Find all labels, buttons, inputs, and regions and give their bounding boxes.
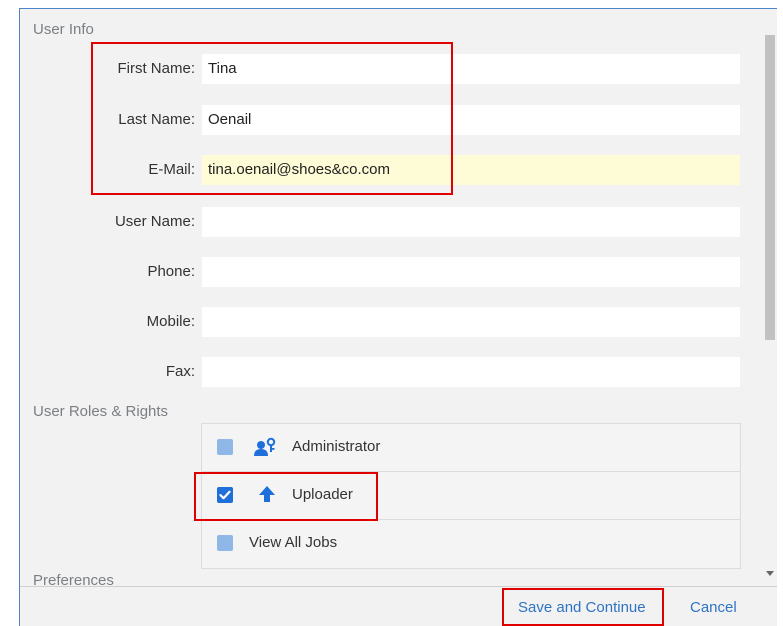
- scrollbar-thumb[interactable]: [765, 35, 775, 340]
- vertical-scrollbar[interactable]: [763, 9, 777, 587]
- section-title-roles: User Roles & Rights: [33, 403, 169, 420]
- uploader-label: Uploader: [292, 486, 353, 503]
- administrator-icon: [254, 437, 276, 462]
- first-name-label: First Name:: [117, 60, 195, 77]
- view-all-jobs-label: View All Jobs: [249, 534, 338, 551]
- dialog-footer: Save and Continue Cancel: [20, 586, 777, 626]
- administrator-checkbox[interactable]: [217, 439, 233, 455]
- role-item-view-all-jobs[interactable]: View All Jobs: [202, 520, 740, 568]
- administrator-label: Administrator: [292, 438, 381, 455]
- last-name-label: Last Name:: [118, 111, 195, 128]
- roles-list: Administrator Uploader View All Jobs: [201, 423, 741, 569]
- phone-field[interactable]: [202, 257, 740, 287]
- phone-label: Phone:: [147, 263, 195, 280]
- user-name-field[interactable]: [202, 207, 740, 237]
- last-name-field[interactable]: [202, 105, 740, 135]
- email-field[interactable]: [202, 155, 740, 185]
- fax-label: Fax:: [165, 363, 195, 380]
- scroll-down-arrow-icon[interactable]: [766, 571, 774, 576]
- section-title-user-info: User Info: [33, 21, 94, 38]
- cancel-button[interactable]: Cancel: [690, 599, 737, 616]
- mobile-field[interactable]: [202, 307, 740, 337]
- role-item-administrator[interactable]: Administrator: [202, 424, 740, 472]
- uploader-checkbox[interactable]: [217, 487, 233, 503]
- email-label: E-Mail:: [148, 161, 195, 178]
- upload-arrow-icon: [258, 485, 276, 508]
- save-and-continue-button[interactable]: Save and Continue: [518, 599, 646, 616]
- first-name-field[interactable]: [202, 54, 740, 84]
- mobile-label: Mobile:: [146, 313, 195, 330]
- checkmark-icon: [219, 490, 231, 500]
- user-dialog: User Info First Name: Last Name: E-Mail:…: [19, 8, 777, 626]
- user-name-label: User Name:: [114, 213, 195, 230]
- role-item-uploader[interactable]: Uploader: [202, 472, 740, 520]
- view-all-jobs-checkbox[interactable]: [217, 535, 233, 551]
- fax-field[interactable]: [202, 357, 740, 387]
